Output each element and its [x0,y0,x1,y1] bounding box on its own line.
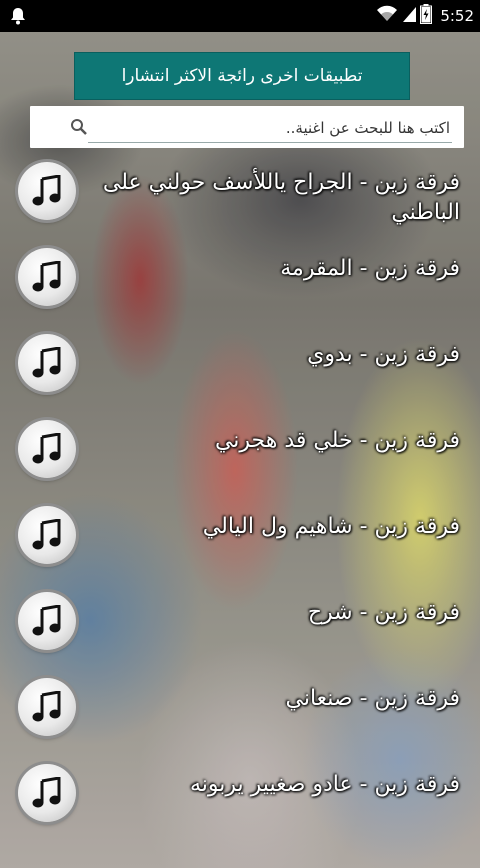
search-box [30,106,464,148]
music-note-icon [18,506,76,564]
music-note-icon [18,420,76,478]
music-note-icon [18,248,76,306]
clock: 5:52 [440,7,474,25]
song-title: فرقة زين - عادو صغيير يربونه [190,772,460,797]
song-list: فرقة زين - الجراح ياللأسف حولني على البا… [0,152,480,840]
search-icon[interactable] [70,118,88,140]
song-title: فرقة زين - خلي قد هجرني [214,428,460,453]
song-item[interactable]: فرقة زين - عادو صغيير يربونه [0,754,480,840]
song-item[interactable]: فرقة زين - بدوي [0,324,480,410]
song-item[interactable]: فرقة زين - خلي قد هجرني [0,410,480,496]
song-item[interactable]: فرقة زين - المقرمة [0,238,480,324]
music-note-icon [18,678,76,736]
status-icons: 5:52 [376,0,476,32]
wifi-icon [376,5,398,27]
song-item[interactable]: فرقة زين - الجراح ياللأسف حولني على البا… [0,152,480,238]
song-title: فرقة زين - المقرمة [280,256,460,281]
bell-icon [10,7,26,29]
song-item[interactable]: فرقة زين - صنعاني [0,668,480,754]
music-note-icon [18,162,76,220]
music-note-icon [18,764,76,822]
song-title: فرقة زين - الجراح ياللأسف حولني على البا… [102,170,460,225]
other-apps-banner-button[interactable]: تطبيقات اخرى رائجة الاكثر انتشارا [74,52,410,100]
status-bar: 5:52 [0,0,480,32]
song-title: فرقة زين - صنعاني [285,686,460,711]
search-input[interactable] [88,114,452,143]
song-title: فرقة زين - شاهيم ول اليالي [202,514,460,539]
battery-icon [420,4,433,28]
music-note-icon [18,334,76,392]
song-item[interactable]: فرقة زين - شرح [0,582,480,668]
song-item[interactable]: فرقة زين - شاهيم ول اليالي [0,496,480,582]
song-title: فرقة زين - شرح [307,600,460,625]
signal-icon [402,6,417,26]
music-note-icon [18,592,76,650]
song-title: فرقة زين - بدوي [307,342,460,367]
